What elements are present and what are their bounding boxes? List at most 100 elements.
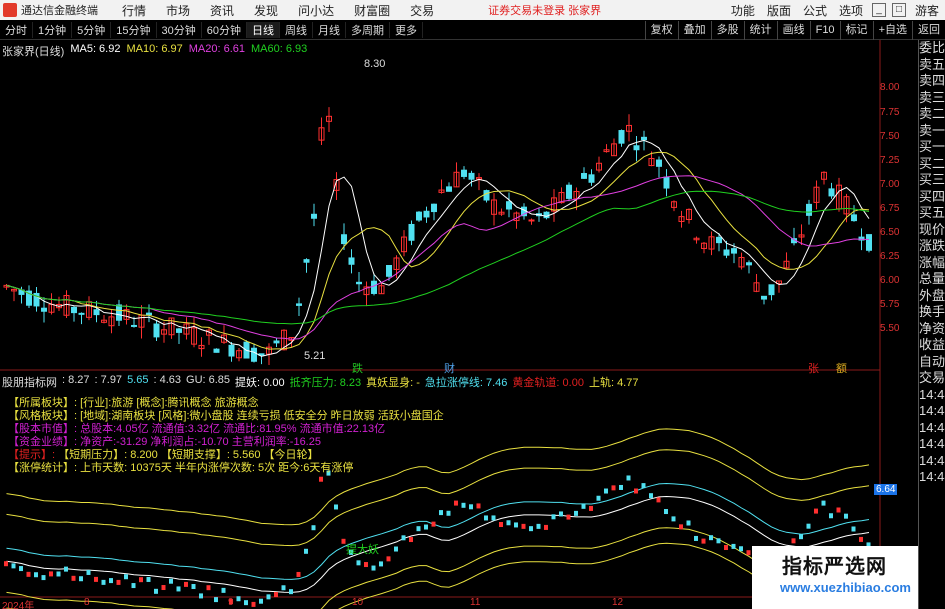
user-label[interactable]: 游客 (909, 2, 945, 19)
side-item[interactable]: 交易 (919, 370, 945, 387)
indicator-bar (799, 534, 803, 540)
side-item[interactable]: 净资 (919, 321, 945, 338)
menu-banmian[interactable]: 版面 (761, 2, 797, 19)
menu-shichang[interactable]: 市场 (156, 2, 200, 19)
ma10-line (6, 151, 870, 350)
tool-add-watchlist[interactable]: +自选 (872, 21, 912, 40)
tool-biaoji[interactable]: 标记 (839, 21, 873, 40)
candle-body (273, 340, 280, 344)
quote-side-panel: 委比 卖五 卖四 卖三 卖二 卖一 买一 买二 买三 买四 买五 现价 涨跌 涨… (918, 40, 945, 609)
menu-gongneng[interactable]: 功能 (725, 2, 761, 19)
indicator-bar (664, 509, 668, 515)
price-tick: 8.00 (880, 82, 900, 93)
period-30min[interactable]: 30分钟 (157, 22, 202, 38)
period-5min[interactable]: 5分钟 (72, 22, 112, 38)
indicator-zhenyao: 真妖显身: - (366, 377, 420, 389)
side-item[interactable]: 卖一 (919, 123, 945, 140)
menu-jiaoyi[interactable]: 交易 (400, 2, 444, 19)
tool-f10[interactable]: F10 (809, 21, 840, 40)
side-item[interactable]: 买三 (919, 172, 945, 189)
indicator-bar (671, 516, 676, 522)
side-item[interactable]: 委比 (919, 40, 945, 57)
candle-body (116, 304, 122, 321)
side-item[interactable]: 买一 (919, 139, 945, 156)
menu-hangqing[interactable]: 行情 (112, 2, 156, 19)
side-item[interactable]: 换手 (919, 304, 945, 321)
period-month[interactable]: 月线 (313, 22, 346, 38)
indicator-bar (686, 520, 691, 526)
side-item: 14:48 (919, 403, 945, 418)
ma5-label: MA5: 6.92 (70, 43, 121, 55)
tool-fuquan[interactable]: 复权 (644, 21, 678, 40)
price-tick: 6.50 (880, 227, 900, 238)
period-1min[interactable]: 1分钟 (33, 22, 73, 38)
menu-gongshi[interactable]: 公式 (797, 2, 833, 19)
indicator-bar (619, 484, 623, 490)
side-item[interactable]: 卖四 (919, 73, 945, 90)
tool-back[interactable]: 返回 (912, 21, 945, 40)
period-multi[interactable]: 多周期 (346, 22, 390, 38)
event-marker-zhang[interactable]: 张 (808, 360, 819, 376)
side-item[interactable]: 收益 (919, 337, 945, 354)
side-item[interactable]: 总量 (919, 271, 945, 288)
tool-diejia[interactable]: 叠加 (677, 21, 711, 40)
side-item[interactable]: 现价 (919, 222, 945, 239)
candle-body (581, 173, 587, 179)
period-day[interactable]: 日线 (247, 22, 280, 38)
indicator-bar (319, 476, 323, 482)
side-item[interactable]: 卖二 (919, 106, 945, 123)
menu-xuanxiang[interactable]: 选项 (833, 2, 869, 19)
indicator-bar (176, 586, 181, 592)
side-item[interactable]: 涨幅 (919, 255, 945, 272)
side-item[interactable]: 卖五 (919, 57, 945, 74)
period-more[interactable]: 更多 (390, 22, 423, 38)
indicator-bar (506, 520, 511, 526)
menu-zixun[interactable]: 资讯 (200, 2, 244, 19)
minimize-icon[interactable]: _ (871, 3, 886, 17)
maximize-icon[interactable]: □ (891, 3, 906, 17)
candle-body (408, 223, 415, 241)
indicator-bar (746, 550, 751, 556)
side-item: 14:48 (919, 452, 945, 468)
period-toolbar: 分时 1分钟 5分钟 15分钟 30分钟 60分钟 日线 周线 月线 多周期 更… (0, 21, 945, 40)
indicator-bar (56, 571, 61, 577)
high-price-annotation: 8.30 (364, 58, 386, 70)
indicator-bar (694, 535, 698, 541)
menu-faxian[interactable]: 发现 (244, 2, 288, 19)
indicator-bar (154, 588, 158, 594)
period-60min[interactable]: 60分钟 (202, 22, 247, 38)
indicator-bar (476, 503, 481, 509)
side-item[interactable]: 自动 (919, 354, 945, 371)
menu-wenxiaoda[interactable]: 问小达 (288, 2, 344, 19)
period-fenshi[interactable]: 分时 (0, 22, 33, 38)
indicator-legend: 股朋指标网 : 8.27 : 7.97 5.65 : 4.63 GU: 6.85… (2, 374, 638, 390)
indicator-bar (596, 495, 601, 501)
period-15min[interactable]: 15分钟 (111, 22, 157, 38)
indicator-bar (574, 510, 578, 516)
indicator-bar (131, 583, 136, 589)
tool-huaxian[interactable]: 画线 (776, 21, 810, 40)
candle-body (296, 303, 302, 306)
side-item[interactable]: 外盘 (919, 288, 945, 305)
menu-caifuquan[interactable]: 财富圈 (344, 2, 400, 19)
date-label: 10 (352, 597, 364, 608)
candle-body (461, 169, 467, 177)
tool-duogu[interactable]: 多股 (710, 21, 744, 40)
kline-chart[interactable] (0, 40, 918, 609)
candle-body (78, 312, 85, 315)
period-week[interactable]: 周线 (280, 22, 313, 38)
indicator-current-value: 6.64 (874, 484, 898, 495)
indicator-bar (169, 578, 173, 584)
side-item[interactable]: 买二 (919, 156, 945, 173)
watermark: 指标严选网 www.xuezhibiao.com (752, 546, 918, 609)
side-item[interactable]: 买四 (919, 189, 945, 206)
tool-tongji[interactable]: 统计 (743, 21, 777, 40)
side-item[interactable]: 卖三 (919, 90, 945, 107)
indicator-name[interactable]: 股朋指标网 (2, 374, 57, 390)
price-tick: 6.00 (880, 275, 900, 286)
indicator-v3: 5.65 (127, 374, 149, 386)
side-item[interactable]: 涨跌 (919, 238, 945, 255)
candle-body (641, 136, 647, 141)
side-item[interactable]: 买五 (919, 205, 945, 222)
event-marker-e[interactable]: 额 (836, 360, 847, 376)
